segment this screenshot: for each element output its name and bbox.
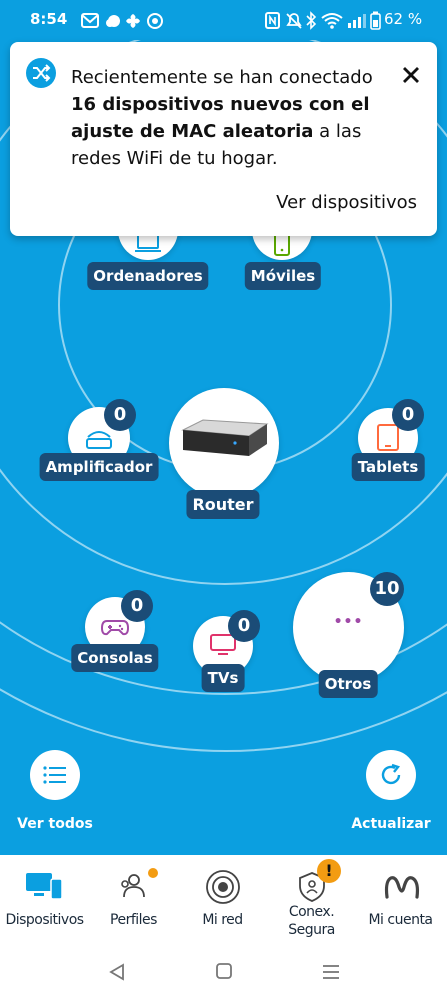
back-icon[interactable] [108, 963, 126, 981]
nfc-icon [265, 12, 280, 29]
notification-message: Recientemente se han conectado 16 dispos… [71, 67, 373, 169]
home-icon[interactable] [215, 962, 233, 980]
status-time: 8:54 [30, 10, 68, 28]
consolas-count-badge: 0 [121, 590, 153, 622]
battery-icon [370, 11, 381, 30]
ver-todos-label[interactable]: Ver todos [17, 816, 93, 832]
ordenadores-label[interactable]: Ordenadores [87, 262, 209, 290]
devices-icon [26, 873, 63, 900]
otros-count-badge: 10 [370, 572, 404, 606]
laptop-icon [135, 234, 161, 252]
amplificador-label[interactable]: Amplificador [39, 453, 159, 481]
close-icon[interactable] [402, 66, 420, 84]
list-icon [43, 766, 66, 784]
network-icon [206, 870, 240, 904]
fan-icon [126, 14, 140, 28]
actualizar-button[interactable] [366, 750, 416, 800]
moviles-label[interactable]: Móviles [244, 262, 322, 290]
more-icon: ••• [333, 614, 364, 630]
nav-dispositivos[interactable]: Dispositivos [0, 855, 89, 945]
tablet-icon [377, 424, 399, 451]
nav-label-line2: Segura [288, 922, 335, 938]
system-status-icons [265, 11, 366, 30]
router-label[interactable]: Router [186, 490, 260, 519]
wifi-icon [321, 13, 343, 29]
nav-label: Mi red [202, 912, 243, 928]
tablets-count-badge: 0 [392, 399, 424, 431]
otros-label[interactable]: Otros [318, 670, 378, 698]
mute-icon [286, 13, 302, 29]
perfiles-notification-dot [148, 868, 158, 878]
notification-icons [81, 13, 163, 29]
refresh-icon [381, 763, 401, 785]
profiles-icon [121, 874, 145, 898]
bottom-navigation: Dispositivos Perfiles Mi red ! Conex. Se… [0, 855, 447, 945]
alert-badge: ! [317, 859, 341, 883]
shuffle-icon [26, 58, 56, 88]
ver-dispositivos-link[interactable]: Ver dispositivos [276, 192, 417, 213]
chrome-icon [147, 13, 163, 29]
tvs-label[interactable]: TVs [201, 664, 245, 692]
bluetooth-icon [306, 11, 317, 30]
tablets-label[interactable]: Tablets [351, 453, 425, 481]
gmail-icon [81, 13, 99, 28]
ver-todos-button[interactable] [30, 750, 80, 800]
nav-label: Mi cuenta [368, 912, 433, 928]
nav-label: Perfiles [110, 912, 157, 928]
nav-conex-segura[interactable]: ! Conex. Segura [267, 855, 356, 945]
gamepad-icon [101, 620, 129, 636]
router-node[interactable] [169, 388, 279, 498]
status-bar: 8:54 62 % [0, 0, 447, 40]
battery-level: 62 % [384, 10, 423, 28]
signal-icon [348, 14, 366, 28]
nav-label: Conex. [288, 904, 335, 920]
nav-mi-red[interactable]: Mi red [178, 855, 267, 945]
router-icon [181, 419, 269, 456]
recents-icon[interactable] [322, 963, 340, 981]
notification-card: Recientemente se han conectado 16 dispos… [10, 42, 437, 236]
movistar-logo-icon [384, 876, 420, 899]
amplifier-icon [86, 431, 112, 449]
system-navigation-bar [0, 945, 447, 999]
actualizar-label[interactable]: Actualizar [351, 816, 430, 832]
nav-label: Dispositivos [5, 912, 84, 928]
amplificador-count-badge: 0 [104, 399, 136, 431]
tvs-count-badge: 0 [228, 610, 260, 642]
weather-icon [106, 15, 120, 27]
nav-perfiles[interactable]: Perfiles [89, 855, 178, 945]
consolas-label[interactable]: Consolas [71, 644, 159, 672]
nav-mi-cuenta[interactable]: Mi cuenta [356, 855, 445, 945]
